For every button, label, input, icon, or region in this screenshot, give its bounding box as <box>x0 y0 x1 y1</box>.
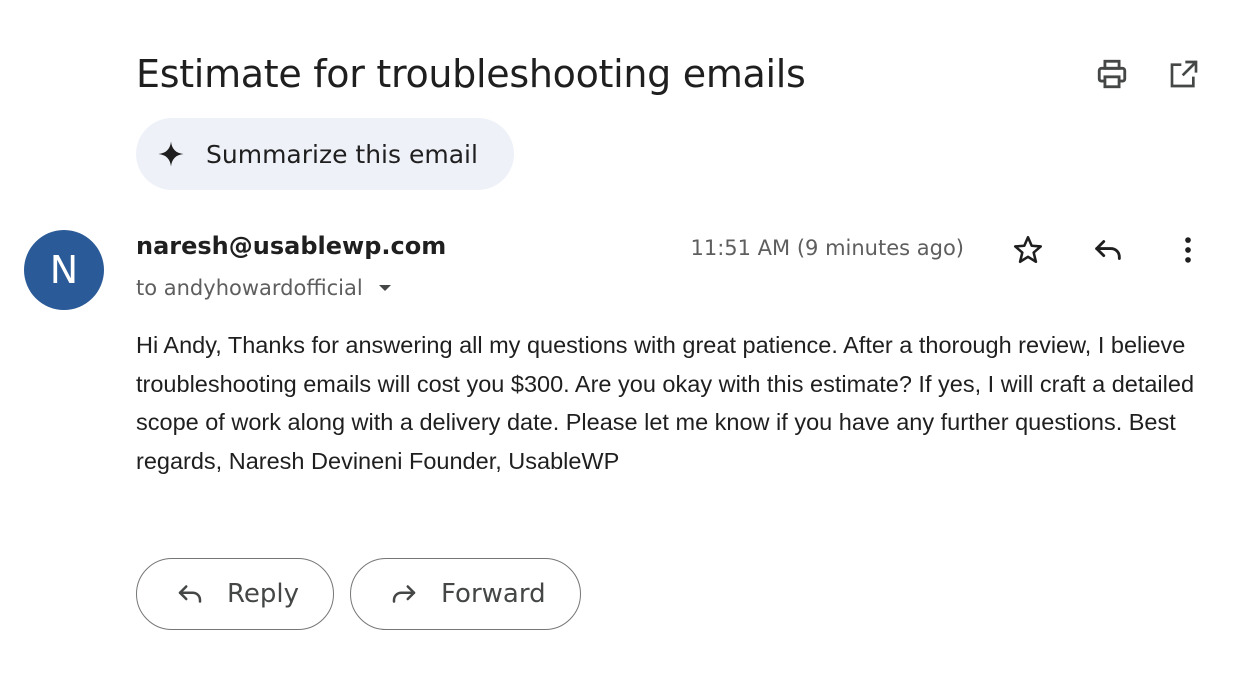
forward-button[interactable]: Forward <box>350 558 581 630</box>
recipients-label: to andyhowardofficial <box>136 276 363 300</box>
forward-icon <box>392 585 416 603</box>
reply-actions: Reply Forward <box>136 558 581 630</box>
forward-label: Forward <box>441 579 546 609</box>
reply-icon <box>1095 240 1121 260</box>
reply-icon <box>178 585 202 603</box>
caret-down-icon <box>378 285 391 291</box>
summarize-label: Summarize this email <box>206 139 478 169</box>
sender-email[interactable]: naresh@usablewp.com <box>136 232 446 260</box>
print-button[interactable] <box>1094 56 1130 92</box>
sparkle-icon <box>158 141 184 167</box>
print-icon <box>1097 59 1127 89</box>
star-icon <box>1013 235 1043 264</box>
top-actions <box>1094 56 1202 92</box>
more-vert-icon <box>1185 237 1191 263</box>
email-timestamp: 11:51 AM (9 minutes ago) <box>690 236 964 260</box>
reply-button[interactable]: Reply <box>136 558 335 630</box>
summarize-email-button[interactable]: Summarize this email <box>136 118 514 190</box>
sender-avatar[interactable]: N <box>24 230 104 310</box>
message-actions <box>1010 232 1206 268</box>
star-button[interactable] <box>1010 232 1046 268</box>
reply-label: Reply <box>227 579 300 609</box>
avatar-initial: N <box>49 248 79 292</box>
more-options-button[interactable] <box>1170 232 1206 268</box>
email-body: Hi Andy, Thanks for answering all my que… <box>136 332 1195 474</box>
recipients-toggle[interactable]: to andyhowardofficial <box>136 276 393 300</box>
open-in-new-window-icon <box>1170 60 1198 88</box>
reply-icon-button[interactable] <box>1090 232 1126 268</box>
email-view: Estimate for troubleshooting emails Summ… <box>0 0 1238 690</box>
open-in-new-window-button[interactable] <box>1166 56 1202 92</box>
email-subject: Estimate for troubleshooting emails <box>136 52 806 96</box>
